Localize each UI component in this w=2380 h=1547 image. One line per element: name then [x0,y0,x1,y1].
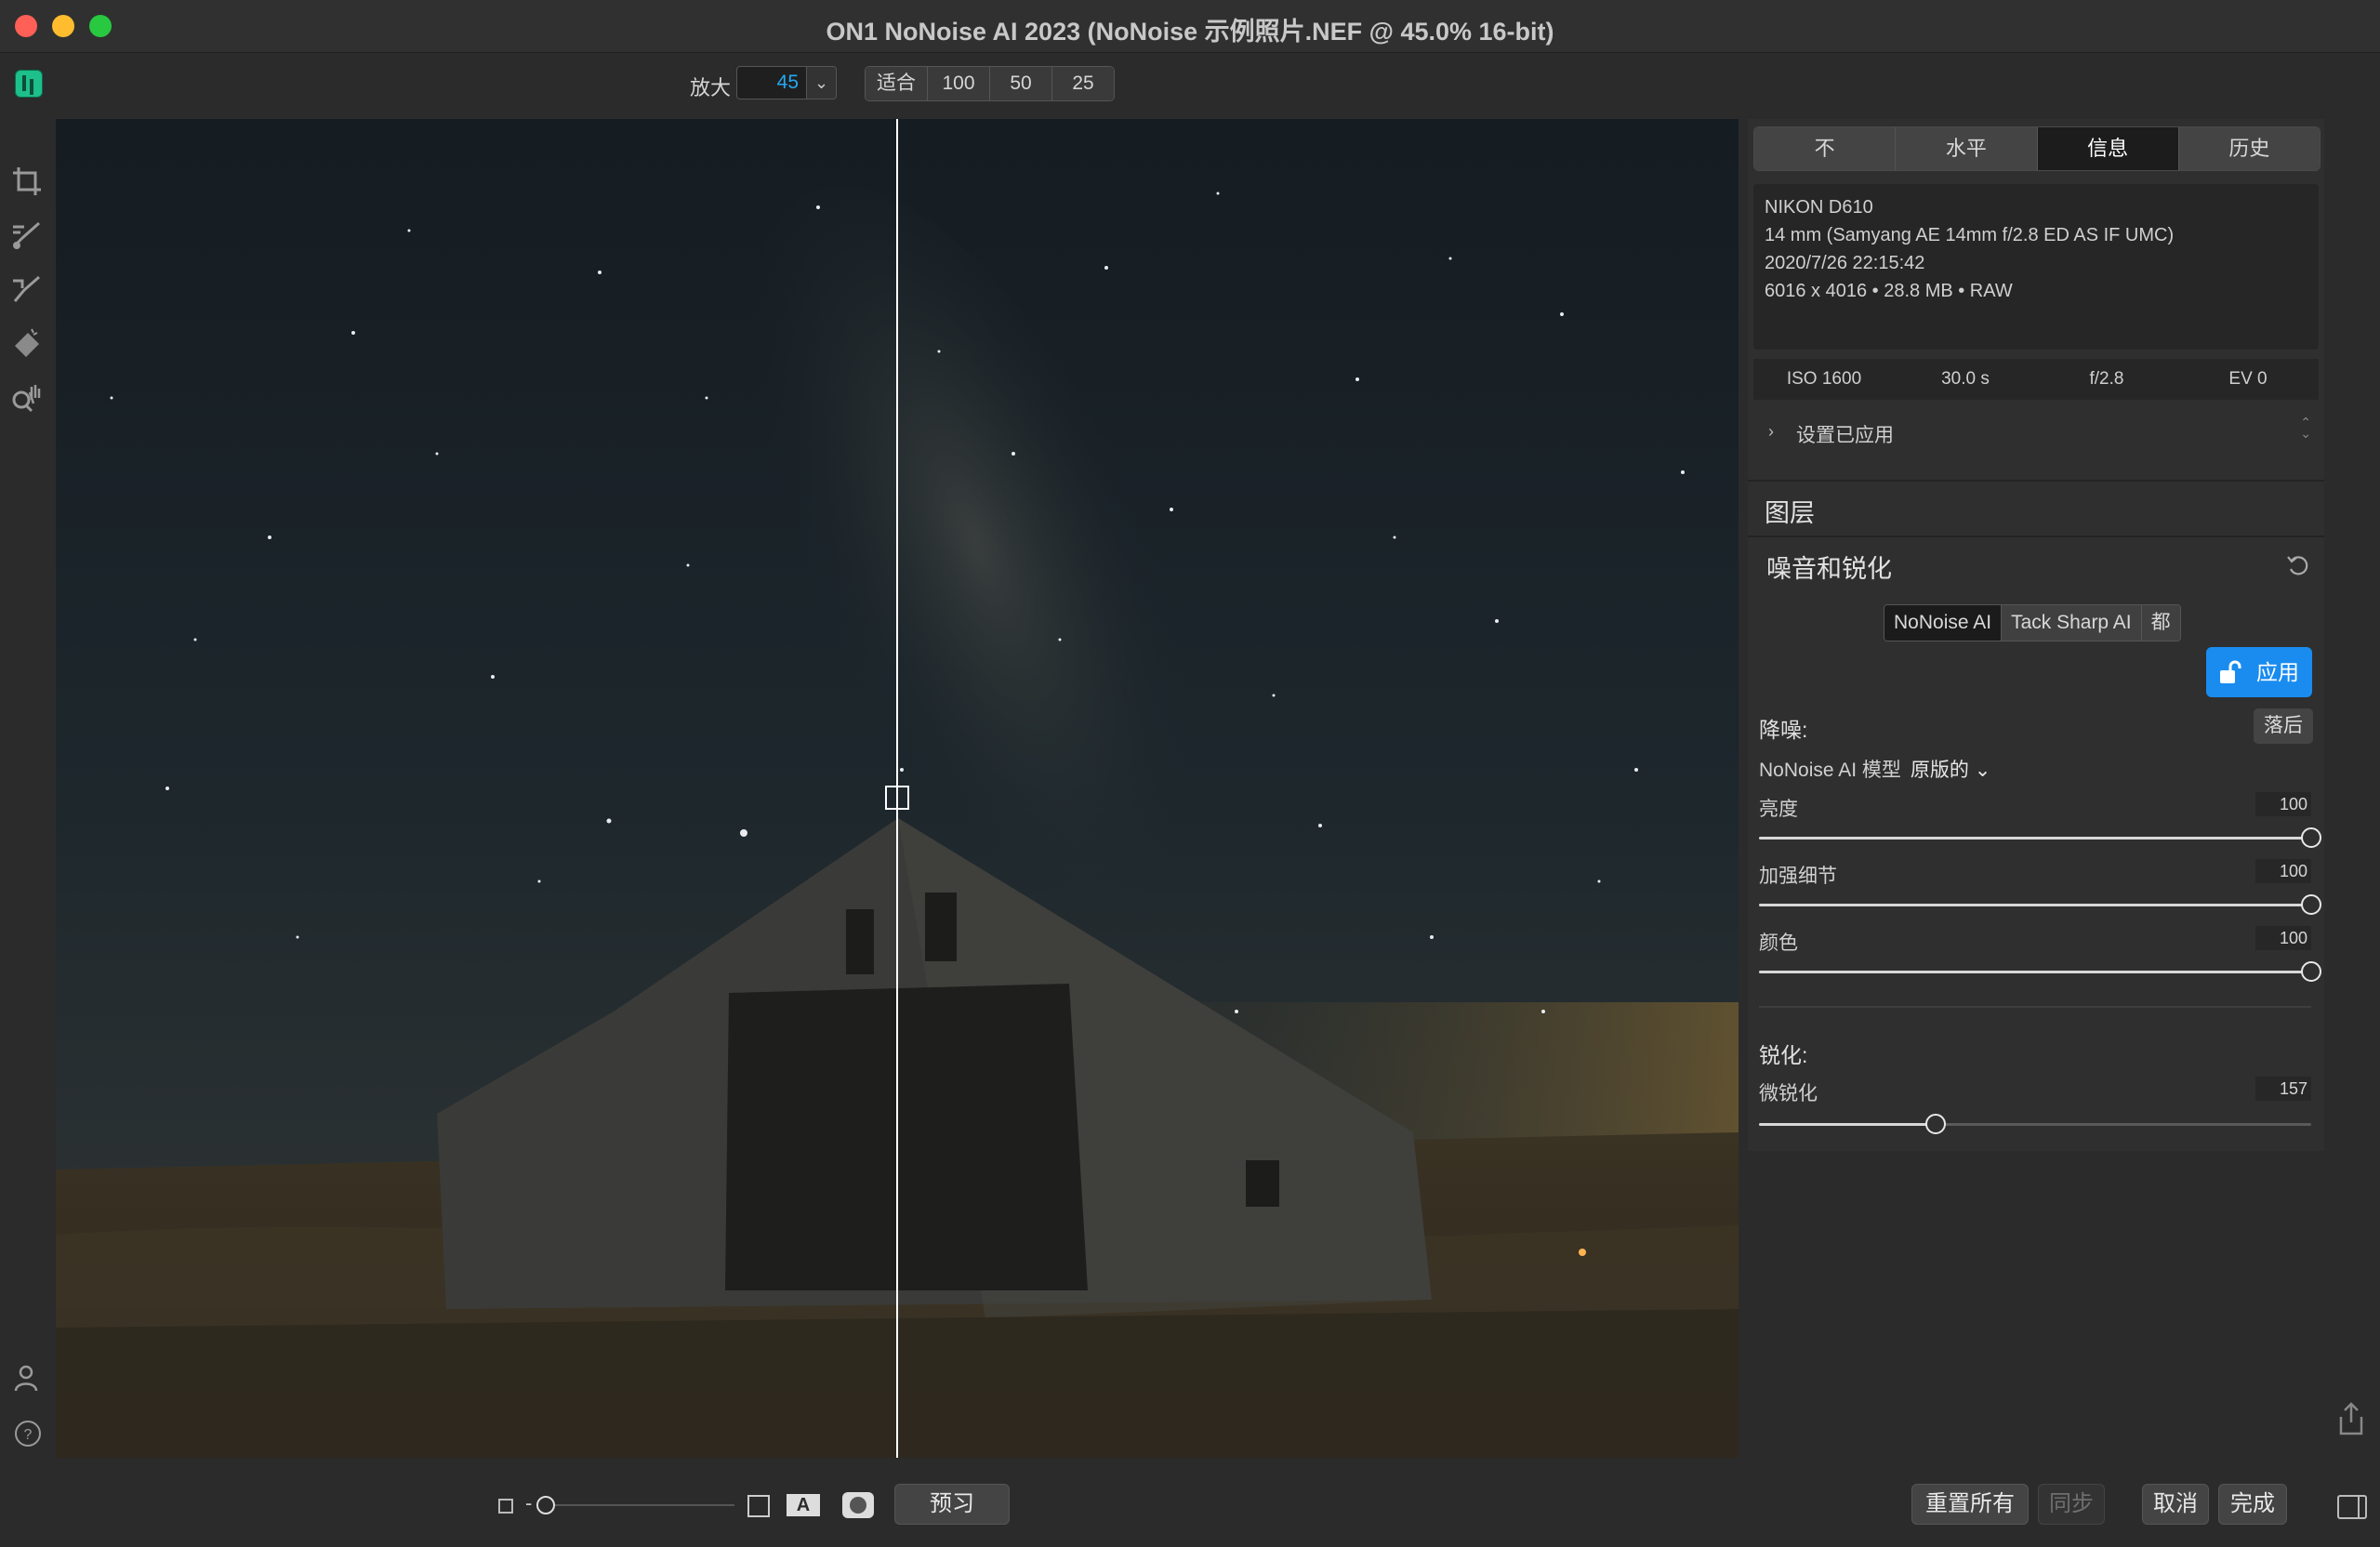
chevron-down-icon: ⌄ [813,73,829,92]
share-icon[interactable] [2335,1402,2367,1435]
eraser-icon [15,328,39,357]
camera-model: NIKON D610 [1765,197,1873,218]
panel-tabs: 不 水平 信息 历史 [1753,126,2320,171]
denoise-label: 降噪: [1759,718,1808,742]
divider [1748,480,2324,482]
slider-knob[interactable] [2301,827,2321,848]
apply-button[interactable]: 应用 [2206,647,2312,697]
title-bar: ON1 NoNoise AI 2023 (NoNoise 示例照片.NEF @ … [0,0,2380,53]
user-icon[interactable] [13,1363,43,1393]
bottom-bar: - A 预习 重置所有 同步 取消 完成 [0,1460,2380,1547]
layers-title[interactable]: 图层 [1765,493,1815,529]
shutter-value: 30.0 s [1941,369,1990,389]
preview-size-knob[interactable] [536,1496,555,1514]
settings-applied-label: 设置已应用 [1796,425,1894,446]
help-icon[interactable]: ? [13,1419,43,1448]
night-barn-photo [56,119,1739,1458]
micro-sharpen-value[interactable]: 157 [2255,1077,2311,1101]
brightness-value[interactable]: 100 [2255,792,2311,816]
slider-knob[interactable] [2301,961,2321,982]
mode-nonoise-ai[interactable]: NoNoise AI [1884,605,2003,641]
zoom-pan-tool[interactable] [9,379,45,415]
slider-knob[interactable] [1925,1114,1947,1134]
color-value[interactable]: 100 [2255,926,2311,950]
zoom-label: 放大 [690,76,732,99]
window-title: ON1 NoNoise AI 2023 (NoNoise 示例照片.NEF @ … [826,18,1554,46]
preview-size-slider[interactable] [539,1504,734,1506]
color-slider[interactable] [1759,961,2321,982]
image-info: NIKON D610 14 mm (Samyang AE 14mm f/2.8 … [1753,184,2319,350]
zoom-100-button[interactable]: 100 [928,67,990,100]
color-label: 颜色 [1759,932,1798,954]
mode-tack-sharp-ai[interactable]: Tack Sharp AI [2002,605,2142,641]
crop-icon [13,167,41,195]
eraser-tool[interactable] [9,325,45,361]
zoom-input[interactable]: 45 [736,66,807,99]
square-view-icon[interactable] [747,1495,770,1517]
model-row: NoNoise AI 模型 原版的 ⌄ [1759,755,1990,783]
up-down-icon: ⌃ ⌄ [2300,415,2311,441]
mode-selector: NoNoise AI Tack Sharp AI 都 [1884,604,2181,641]
capture-datetime: 2020/7/26 22:15:42 [1765,253,1925,273]
settings-applied-row[interactable]: › 设置已应用 ⌃ ⌄ [1753,413,2319,450]
aperture-value: f/2.8 [2089,369,2124,389]
sharpen-label: 锐化: [1759,1043,1808,1067]
app-logo-icon [15,70,43,98]
top-toolbar: 放大 45 ⌄ 适合 100 50 25 [0,53,2380,118]
minus-icon: - [525,1491,533,1514]
svg-text:?: ? [24,1427,33,1443]
tab-none[interactable]: 不 [1754,127,1897,170]
panel-toggle-icon[interactable] [2337,1495,2367,1519]
retouch-brush-tool[interactable] [9,271,45,307]
chevron-right-icon: › [1768,422,1774,441]
enhance-detail-value[interactable]: 100 [2255,859,2311,883]
right-panel: 不 水平 信息 历史 NIKON D610 14 mm (Samyang AE … [1748,119,2324,1151]
crop-tool[interactable] [9,164,45,199]
enhance-detail-label: 加强细节 [1759,866,1837,887]
done-button[interactable]: 完成 [2218,1484,2287,1525]
micro-sharpen-label: 微锐化 [1759,1083,1818,1104]
brightness-slider[interactable] [1759,827,2321,848]
reset-all-button[interactable]: 重置所有 [1911,1484,2029,1525]
mask-view-icon[interactable] [842,1492,874,1518]
model-label: NoNoise AI 模型 [1759,760,1901,781]
enhance-detail-slider[interactable] [1759,894,2321,915]
tab-info[interactable]: 信息 [2037,127,2179,170]
behind-button[interactable]: 落后 [2254,708,2313,744]
brush-icon [13,221,40,249]
image-canvas[interactable] [56,119,1739,1458]
noise-sharpen-title: 噪音和锐化 [1766,555,1892,583]
small-preview-size-icon[interactable] [498,1499,513,1514]
tab-level[interactable]: 水平 [1896,127,2038,170]
lens-info: 14 mm (Samyang AE 14mm f/2.8 ED AS IF UM… [1765,225,2175,245]
retouch-brush-icon [13,275,40,302]
mode-both[interactable]: 都 [2141,605,2180,641]
auto-view-icon[interactable]: A [787,1494,820,1516]
tool-strip: ? [0,119,54,1547]
zoom-25-button[interactable]: 25 [1052,67,1114,100]
exif-row: ISO 1600 30.0 s f/2.8 EV 0 [1753,359,2319,400]
unlock-icon [2220,660,2241,683]
chevron-down-icon: ⌄ [1974,760,1991,781]
zoom-fit-button[interactable]: 适合 [866,67,928,100]
zoom-dropdown-button[interactable]: ⌄ [807,66,837,99]
slider-knob[interactable] [2301,894,2321,915]
reset-icon[interactable] [2285,552,2311,578]
iso-value: ISO 1600 [1786,369,1862,389]
zoom-pan-icon [12,385,41,413]
divider [1759,1006,2311,1008]
sync-button[interactable]: 同步 [2038,1484,2105,1525]
file-size-info: 6016 x 4016 • 28.8 MB • RAW [1765,281,2013,301]
preview-button[interactable]: 预习 [894,1484,1010,1525]
zoom-50-button[interactable]: 50 [990,67,1052,100]
cancel-button[interactable]: 取消 [2142,1484,2209,1525]
divider [1748,536,2324,537]
ev-value: EV 0 [2228,369,2268,389]
micro-sharpen-slider[interactable] [1759,1114,2311,1134]
tab-history[interactable]: 历史 [2178,127,2320,170]
model-select[interactable]: 原版的 ⌄ [1911,760,1990,781]
brightness-label: 亮度 [1759,799,1798,820]
zoom-presets: 适合 100 50 25 [865,66,1115,101]
brush-tool[interactable] [9,218,45,253]
